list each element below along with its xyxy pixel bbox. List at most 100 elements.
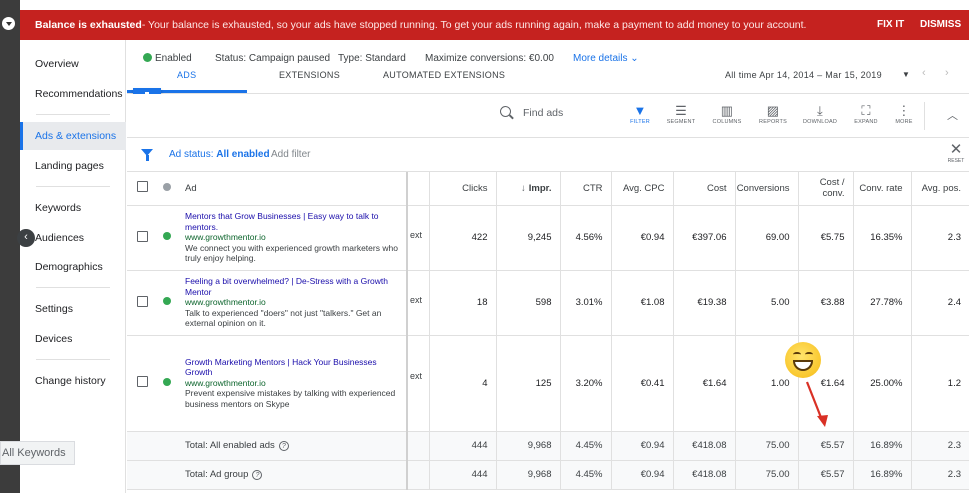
help-icon[interactable]: ?: [252, 470, 263, 480]
add-filter-link[interactable]: Add filter: [271, 149, 310, 160]
table-row[interactable]: Growth Marketing Mentors | Hack Your Bus…: [127, 335, 969, 432]
chevron-down-icon: ⌄: [630, 53, 639, 64]
sidebar-item-settings[interactable]: Settings: [20, 295, 126, 323]
ad-preview[interactable]: Mentors that Grow Businesses | Easy way …: [177, 205, 407, 271]
columns-button[interactable]: ▥ COLUMNS: [705, 102, 749, 125]
sidebar-item-overview[interactable]: Overview: [20, 50, 126, 78]
clicks-column-header[interactable]: Clicks: [428, 172, 496, 206]
conv-rate-cell: 16.89%: [852, 460, 911, 490]
emoji-eye: [793, 352, 801, 357]
cost-cell: €418.08: [672, 431, 735, 461]
row-status-cell: [157, 270, 177, 336]
collapse-sidebar-icon[interactable]: ‹: [17, 229, 35, 247]
ad-headline[interactable]: Feeling a bit overwhelmed? | De-Stress w…: [185, 276, 406, 297]
sidebar-divider: [36, 186, 110, 187]
ad-column-header[interactable]: Ad: [177, 172, 407, 206]
avg-cpc-cell: €0.94: [610, 431, 673, 461]
row-checkbox[interactable]: [136, 376, 148, 387]
row-select-cell: [127, 335, 157, 432]
cost-conv-column-header[interactable]: Cost / conv.: [797, 172, 853, 206]
sidebar-item-recommendations[interactable]: Recommendations: [20, 80, 126, 108]
table-row[interactable]: Mentors that Grow Businesses | Easy way …: [127, 205, 969, 271]
help-icon[interactable]: ?: [278, 441, 289, 451]
clicks-cell: 4: [428, 335, 496, 432]
row-checkbox[interactable]: [136, 230, 148, 242]
conv-rate-cell: 16.89%: [852, 431, 911, 461]
cost-cell: €397.06: [672, 205, 735, 271]
conversions-column-header[interactable]: Conversions: [734, 172, 798, 206]
sidebar-item-change-history[interactable]: Change history: [20, 367, 126, 395]
menu-toggle-icon[interactable]: [2, 17, 15, 30]
clicks-cell: 444: [428, 431, 496, 461]
date-dropdown-icon[interactable]: ▼: [902, 70, 910, 79]
clicks-cell: 444: [428, 460, 496, 490]
impr-column-header[interactable]: ↓ Impr.: [495, 172, 560, 206]
ad-preview[interactable]: Growth Marketing Mentors | Hack Your Bus…: [177, 335, 407, 432]
tab-automated-extensions[interactable]: AUTOMATED EXTENSIONS: [383, 70, 505, 80]
ad-headline[interactable]: Growth Marketing Mentors | Hack Your Bus…: [185, 357, 406, 378]
sidebar-item-landing-pages[interactable]: Landing pages: [20, 152, 126, 180]
sidebar-item-demographics[interactable]: Demographics: [20, 253, 126, 281]
sidebar-divider: [36, 287, 110, 288]
cost-column-header[interactable]: Cost: [672, 172, 735, 206]
avg-cpc-cell: €0.94: [610, 460, 673, 490]
tab-extensions[interactable]: EXTENSIONS: [279, 70, 340, 80]
campaign-type-text: Type: Standard: [338, 53, 406, 64]
reset-filter-button[interactable]: ✕ RESET: [945, 141, 967, 165]
table-row[interactable]: Feeling a bit overwhelmed? | De-Stress w…: [127, 270, 969, 336]
avg-pos-cell: 2.3: [910, 205, 969, 271]
clicks-cell: 18: [428, 270, 496, 336]
dismiss-button[interactable]: DISMISS: [920, 10, 961, 40]
download-button[interactable]: ⤓ DOWNLOAD: [798, 102, 842, 125]
fix-it-button[interactable]: FIX IT: [877, 10, 904, 40]
enabled-dot-icon: [163, 377, 171, 386]
impr-cell: 9,245: [495, 205, 560, 271]
sidebar-divider: [36, 114, 110, 115]
sidebar-item-keywords[interactable]: Keywords: [20, 194, 126, 222]
sidebar-item-audiences[interactable]: Audiences: [20, 224, 126, 252]
ctr-cell: 3.01%: [559, 270, 611, 336]
clicks-cell: 422: [428, 205, 496, 271]
annotation-arrow-icon: [805, 381, 828, 427]
cost-conv-cell: €5.57: [797, 460, 853, 490]
select-all-checkbox[interactable]: [136, 181, 148, 193]
impr-cell: 598: [495, 270, 560, 336]
tab-ads[interactable]: ADS: [177, 70, 196, 80]
filter-button[interactable]: ▼ FILTER: [618, 102, 662, 125]
download-icon: ⤓: [817, 103, 823, 118]
total-label-cell: Total: Ad group?: [177, 460, 407, 490]
more-button[interactable]: ⋮ MORE: [882, 102, 926, 125]
avg-pos-column-header[interactable]: Avg. pos.: [910, 172, 969, 206]
ad-tabs: ADS EXTENSIONS AUTOMATED EXTENSIONS All …: [127, 67, 969, 94]
search-icon: [500, 106, 511, 117]
date-range-selector[interactable]: All time Apr 14, 2014 – Mar 15, 2019: [725, 70, 882, 80]
row-status-cell: [157, 205, 177, 271]
ad-preview[interactable]: Feeling a bit overwhelmed? | De-Stress w…: [177, 270, 407, 336]
row-checkbox[interactable]: [136, 295, 148, 307]
reports-button[interactable]: ▨ REPORTS: [751, 102, 795, 125]
avg-pos-cell: 1.2: [910, 335, 969, 432]
avg-cpc-cell: €1.08: [610, 270, 673, 336]
row-select-cell: [127, 270, 157, 336]
enabled-status[interactable]: Enabled: [143, 53, 192, 64]
find-ads-search[interactable]: Find ads: [500, 106, 620, 119]
sidebar-divider: [36, 359, 110, 360]
status-dot-icon: [163, 182, 171, 191]
ad-status-filter-chip[interactable]: Ad status: All enabled: [169, 149, 270, 160]
close-icon: ✕: [949, 141, 963, 158]
ctr-column-header[interactable]: CTR: [559, 172, 611, 206]
ctr-cell: 4.45%: [559, 460, 611, 490]
segment-button[interactable]: ☰ SEGMENT: [659, 102, 703, 125]
avg-cpc-column-header[interactable]: Avg. CPC: [610, 172, 673, 206]
ad-headline[interactable]: Mentors that Grow Businesses | Easy way …: [185, 211, 406, 232]
conv-rate-column-header[interactable]: Conv. rate: [852, 172, 911, 206]
date-prev-icon[interactable]: ‹: [922, 67, 926, 79]
ad-type-cell: ext: [406, 270, 429, 336]
more-details-link[interactable]: More details ⌄: [573, 53, 639, 64]
ctr-cell: 4.45%: [559, 431, 611, 461]
sidebar-item-devices[interactable]: Devices: [20, 325, 126, 353]
sidebar-item-ads-extensions[interactable]: Ads & extensions: [20, 122, 126, 150]
chevron-up-icon[interactable]: ︿: [947, 107, 958, 123]
campaign-summary-bar: Enabled Status: Campaign paused Type: St…: [127, 40, 969, 72]
date-next-icon[interactable]: ›: [945, 67, 949, 79]
